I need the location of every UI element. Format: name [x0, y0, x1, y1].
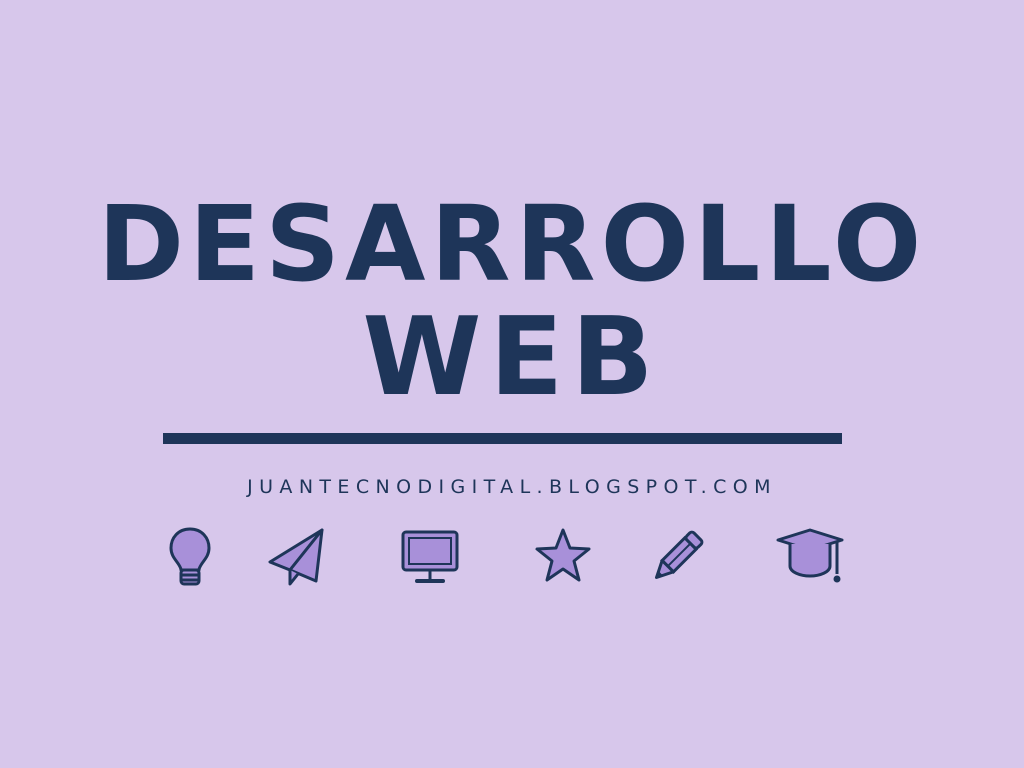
banner: DESARROLLO WEB JUANTECNODIGITAL.BLOGSPOT…: [0, 0, 1024, 768]
blog-url: JUANTECNODIGITAL.BLOGSPOT.COM: [247, 476, 777, 498]
star-icon: [530, 524, 596, 590]
title-line-1: DESARROLLO: [97, 183, 927, 305]
graduation-cap-icon: [776, 524, 848, 590]
pencil-icon: [644, 524, 710, 590]
divider: [163, 433, 842, 444]
lightbulb-icon: [157, 524, 223, 590]
paper-plane-icon: [264, 524, 330, 590]
title-line-2: WEB: [362, 295, 662, 420]
monitor-icon: [397, 524, 463, 590]
